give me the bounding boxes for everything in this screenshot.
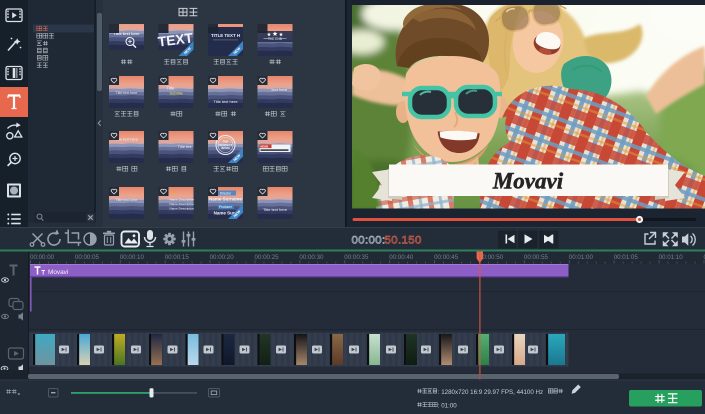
svg-text:00:00:35: 00:00:35	[344, 254, 369, 261]
svg-text:00:01:05: 00:01:05	[614, 254, 639, 261]
svg-text:: 1280x720 16:9 29.97 FPS, 441: : 1280x720 16:9 29.97 FPS, 44100 Hz	[438, 389, 543, 396]
svg-text:Title text here: Title text here	[263, 207, 288, 212]
svg-text:NEWS: NEWS	[261, 144, 269, 148]
svg-text:00:00:55: 00:00:55	[524, 254, 549, 261]
svg-text:Title text here: Title text here	[213, 99, 238, 104]
svg-text:00:00:05: 00:00:05	[75, 254, 100, 261]
svg-text:text here: text here	[272, 87, 288, 92]
svg-text:Producer: Producer	[219, 205, 233, 209]
svg-text:Title: Title	[170, 190, 178, 195]
svg-text:00:00:00: 00:00:00	[30, 254, 55, 261]
svg-text:00:00:: 00:00:	[352, 235, 386, 247]
svg-text:50.150: 50.150	[385, 235, 422, 247]
svg-text:Name Description: Name Description	[170, 202, 195, 206]
svg-text:INTRO: INTRO	[221, 146, 231, 150]
svg-text:00:00:30: 00:00:30	[299, 254, 324, 261]
svg-text:: 01:00: : 01:00	[438, 403, 457, 410]
svg-text:00:00:10: 00:00:10	[120, 254, 145, 261]
svg-text:Movavi: Movavi	[492, 169, 564, 194]
svg-text:00:00:20: 00:00:20	[210, 254, 235, 261]
svg-text:00:00:15: 00:00:15	[165, 254, 190, 261]
svg-text:Director: Director	[220, 191, 232, 195]
svg-text:00:01:10: 00:01:10	[659, 254, 684, 261]
svg-text:Movavi: Movavi	[48, 269, 68, 276]
svg-text:Title text here: Title text here	[116, 91, 138, 95]
svg-text:Title tex: Title tex	[178, 144, 192, 149]
svg-text:THE END: THE END	[268, 37, 283, 41]
svg-text:Title text here: Title text here	[116, 198, 138, 202]
svg-text:Name Surname: Name Surname	[209, 197, 242, 202]
svg-text:00:01:00: 00:01:00	[569, 254, 594, 261]
svg-text:TITLE TEXT H: TITLE TEXT H	[211, 33, 240, 38]
svg-text:00:00:45: 00:00:45	[434, 254, 459, 261]
svg-text:Subtitle: Subtitle	[170, 91, 184, 96]
svg-text:00:00:40: 00:00:40	[389, 254, 414, 261]
svg-text:00:00:25: 00:00:25	[255, 254, 280, 261]
svg-text:Name Description: Name Description	[170, 207, 195, 211]
svg-text:Name Description: Name Description	[170, 198, 195, 202]
